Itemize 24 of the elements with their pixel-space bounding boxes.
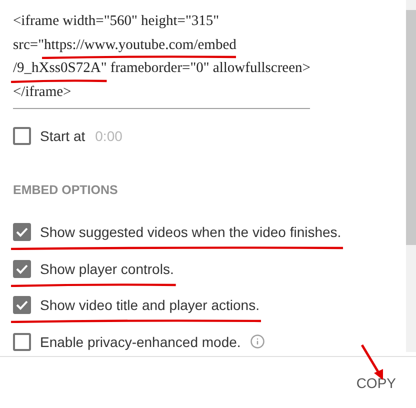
- start-at-label: Start at: [40, 128, 86, 144]
- embed-code-text: <iframe width="560" height="315": [13, 13, 220, 29]
- embed-code-text: frameborder="0" allowfullscreen>: [109, 60, 310, 76]
- option-label: Enable privacy-enhanced mode.: [40, 334, 241, 350]
- checkmark-icon: [16, 227, 28, 237]
- embed-code-text: src=": [13, 36, 44, 52]
- option-label: Show player controls.: [40, 260, 174, 276]
- checkbox[interactable]: [13, 260, 31, 278]
- option-label: Show video title and player actions.: [40, 297, 260, 313]
- embed-code-text: </iframe>: [13, 84, 72, 100]
- checkbox[interactable]: [13, 332, 31, 350]
- copy-button[interactable]: COPY: [352, 368, 400, 396]
- info-icon[interactable]: [250, 334, 265, 349]
- checkmark-icon: [16, 300, 28, 310]
- start-time-value: 0:00: [95, 128, 122, 144]
- checkbox[interactable]: [13, 296, 31, 314]
- checkbox[interactable]: [13, 223, 31, 241]
- section-title: EMBED OPTIONS: [13, 183, 119, 197]
- checkmark-icon: [16, 264, 28, 274]
- embed-code-text: https://www.youtube.com/embed: [44, 36, 236, 52]
- checkbox[interactable]: [13, 127, 31, 145]
- option-label: Show suggested videos when the video finishes.: [40, 224, 342, 240]
- scrollbar[interactable]: [406, 0, 416, 352]
- embed-code-text: /9_hXss0S72A": [13, 60, 107, 76]
